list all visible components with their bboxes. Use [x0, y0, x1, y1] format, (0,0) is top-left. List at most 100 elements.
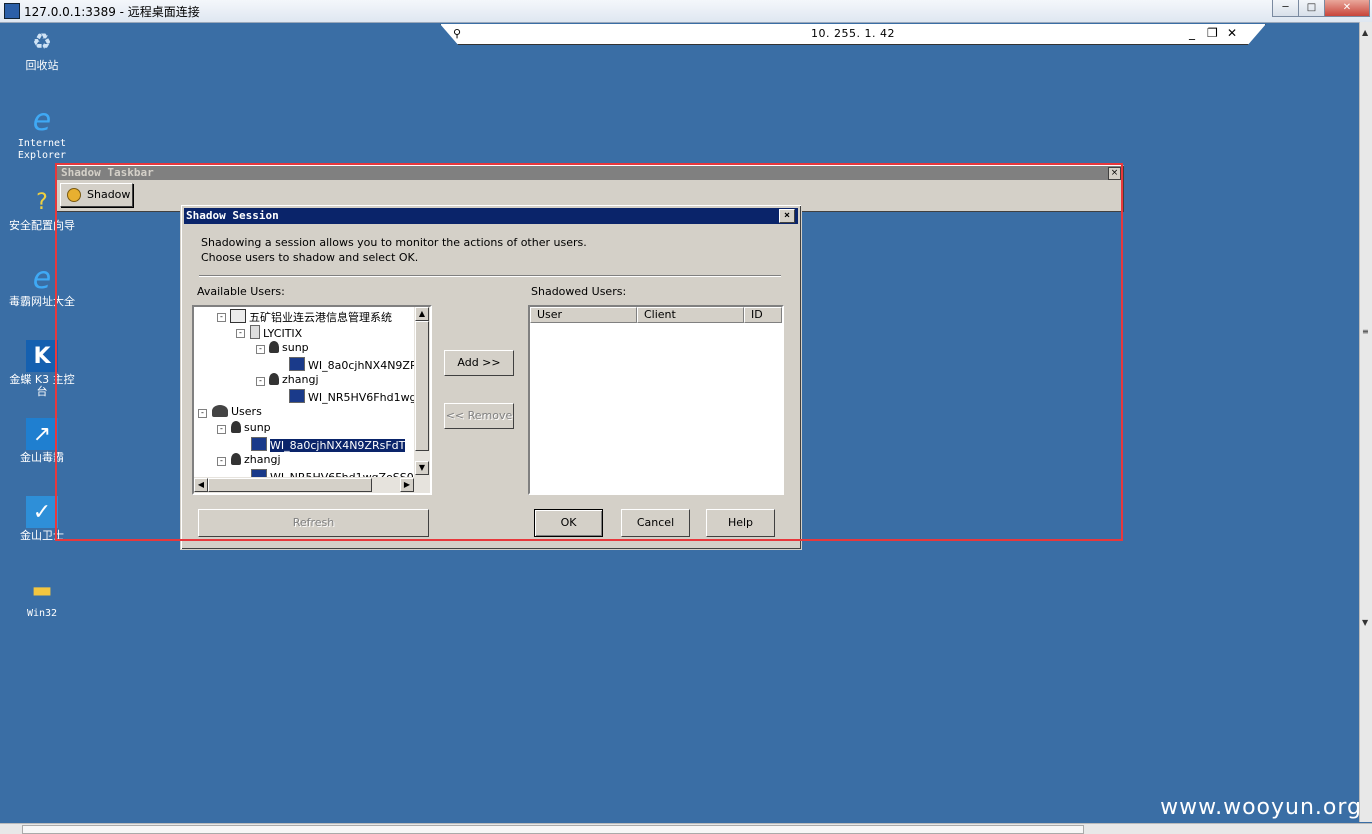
tree-vertical-scrollbar[interactable]: ▲ ▼ — [414, 307, 430, 477]
user-icon — [231, 453, 241, 465]
ok-button[interactable]: OK — [534, 509, 603, 537]
tree-node-session-selected[interactable]: WI_8a0cjhNX4N9ZRsFdT — [251, 437, 407, 453]
desktop-icon-label: Internet Explorer — [17, 138, 67, 161]
cancel-button[interactable]: Cancel — [621, 509, 690, 537]
intro-text-2: Choose users to shadow and select OK. — [201, 251, 419, 264]
add-button[interactable]: Add >> — [444, 350, 514, 376]
collapse-icon[interactable]: - — [217, 313, 226, 322]
tree-node-group[interactable]: 五矿铝业连云港信息管理系统 — [230, 309, 392, 325]
collapse-icon[interactable]: - — [217, 457, 226, 466]
horizontal-scrollbar[interactable] — [0, 823, 1372, 834]
collapse-icon[interactable]: - — [198, 409, 207, 418]
computer-icon — [289, 357, 305, 371]
user-icon — [269, 341, 279, 353]
refresh-button[interactable]: Refresh — [198, 509, 429, 537]
dialog-close-button[interactable]: × — [779, 209, 795, 223]
separator — [199, 275, 781, 277]
available-users-tree[interactable]: - 五矿铝业连云港信息管理系统 - LYCITIX - sunp WI_8a0c… — [192, 305, 432, 495]
tree-node-session[interactable]: WI_NR5HV6Fhd1wgZoSS0 — [289, 389, 430, 405]
tree-node-user[interactable]: sunp — [269, 341, 309, 355]
shadow-taskbar-title: Shadow Taskbar — [57, 166, 1123, 180]
tree-node-users[interactable]: Users — [212, 405, 262, 419]
tree-node-user[interactable]: sunp — [231, 421, 271, 435]
shadow-icon — [67, 188, 81, 202]
shadow-button[interactable]: Shadow — [60, 183, 133, 207]
desktop-icon-label: Win32 — [26, 608, 58, 619]
tree-node-session[interactable]: WI_8a0cjhNX4N9ZRsFdT — [289, 357, 430, 373]
tree-horizontal-scrollbar[interactable]: ◀ ▶ — [194, 477, 430, 493]
connbar-restore-button[interactable]: ❐ — [1207, 26, 1218, 40]
folder-icon: ▬ — [31, 577, 53, 603]
computer-icon — [289, 389, 305, 403]
shadow-session-dialog: Shadow Session × Shadowing a session all… — [180, 204, 802, 550]
desktop-icon-label: 回收站 — [25, 59, 59, 72]
scroll-left-icon[interactable]: ◀ — [194, 478, 208, 492]
tree-node-user[interactable]: zhangj — [231, 453, 281, 467]
desktop-icon-internet-explorer[interactable]: e Internet Explorer — [2, 102, 82, 162]
computer-icon — [251, 437, 267, 451]
recycle-bin-icon: ♻ — [32, 29, 52, 55]
available-users-label: Available Users: — [197, 285, 285, 298]
tree-node-user[interactable]: zhangj — [269, 373, 319, 387]
desktop-icon-jinshan-duba[interactable]: ↗ 金山毒霸 — [2, 418, 82, 464]
column-header-user[interactable]: User — [530, 307, 637, 323]
scroll-right-icon[interactable]: ▶ — [400, 478, 414, 492]
desktop-icon-label: 金山毒霸 — [20, 451, 64, 464]
vertical-scrollbar[interactable]: ▲ ≡ ▼ — [1359, 22, 1372, 822]
server-list-icon — [230, 309, 246, 323]
desktop-icon-jinshan-guard[interactable]: ✓ 金山卫士 — [2, 496, 82, 542]
duba-icon: ↗ — [26, 418, 58, 450]
desktop-icon-duba-nav[interactable]: e 毒霸网址大全 — [2, 260, 82, 308]
scroll-down-icon[interactable]: ▼ — [1362, 618, 1368, 627]
user-icon — [231, 421, 241, 433]
scroll-up-icon[interactable]: ▲ — [1362, 28, 1368, 37]
watermark: www.wooyun.org — [1160, 795, 1362, 820]
window-title: 127.0.0.1:3389 - 远程桌面连接 — [24, 5, 200, 19]
desktop-icon-label: 金山卫士 — [20, 529, 64, 542]
collapse-icon[interactable]: - — [256, 377, 265, 386]
connection-ip: 10. 255. 1. 42 — [811, 27, 895, 40]
scroll-grip-icon[interactable]: ≡ — [1362, 327, 1369, 336]
connbar-minimize-button[interactable]: _ — [1189, 26, 1195, 40]
collapse-icon[interactable]: - — [256, 345, 265, 354]
shadowed-users-list[interactable]: User Client ID — [528, 305, 784, 495]
horizontal-scroll-thumb[interactable] — [22, 825, 1084, 834]
dialog-title-bar: Shadow Session × — [184, 208, 798, 224]
shadow-taskbar-close-button[interactable]: × — [1108, 167, 1121, 180]
desktop-icon-label: 安全配置向导 — [9, 219, 75, 232]
ie-icon: e — [32, 102, 52, 138]
connbar-close-button[interactable]: ✕ — [1227, 26, 1237, 40]
connection-bar: ⚲ 10. 255. 1. 42 _ ❐ ✕ — [440, 24, 1266, 45]
pin-icon[interactable]: ⚲ — [453, 27, 461, 40]
duba-nav-icon: e — [32, 260, 52, 296]
desktop-icon-recycle-bin[interactable]: ♻ 回收站 — [2, 26, 82, 72]
column-header-id[interactable]: ID — [744, 307, 782, 323]
rdp-app-icon — [4, 3, 20, 19]
minimize-button[interactable]: ─ — [1272, 0, 1299, 17]
desktop-icon-kingdee-k3[interactable]: K 金蝶 K3 主控台 — [2, 340, 82, 398]
rdp-title-bar: 127.0.0.1:3389 - 远程桌面连接 ─ □ ✕ — [0, 0, 1372, 23]
shadowed-users-label: Shadowed Users: — [531, 285, 627, 298]
close-button[interactable]: ✕ — [1324, 0, 1370, 17]
column-header-client[interactable]: Client — [637, 307, 744, 323]
security-wizard-icon: ? — [36, 189, 48, 215]
scroll-thumb[interactable] — [208, 478, 372, 492]
desktop-icon-win32[interactable]: ▬ Win32 — [2, 574, 82, 620]
server-icon — [250, 325, 260, 339]
shield-icon: ✓ — [26, 496, 58, 528]
collapse-icon[interactable]: - — [217, 425, 226, 434]
intro-text-1: Shadowing a session allows you to monito… — [201, 236, 587, 249]
collapse-icon[interactable]: - — [236, 329, 245, 338]
dialog-title: Shadow Session — [186, 209, 279, 222]
scroll-up-icon[interactable]: ▲ — [415, 307, 429, 321]
scroll-thumb[interactable] — [415, 321, 429, 451]
tree-node-server[interactable]: LYCITIX — [250, 325, 302, 341]
kingdee-icon: K — [26, 340, 58, 372]
shadow-button-label: Shadow — [87, 188, 131, 201]
remove-button[interactable]: << Remove — [444, 403, 514, 429]
user-icon — [269, 373, 279, 385]
maximize-button[interactable]: □ — [1298, 0, 1325, 17]
help-button[interactable]: Help — [706, 509, 775, 537]
desktop-icon-label: 金蝶 K3 主控台 — [9, 373, 75, 398]
scroll-down-icon[interactable]: ▼ — [415, 461, 429, 475]
